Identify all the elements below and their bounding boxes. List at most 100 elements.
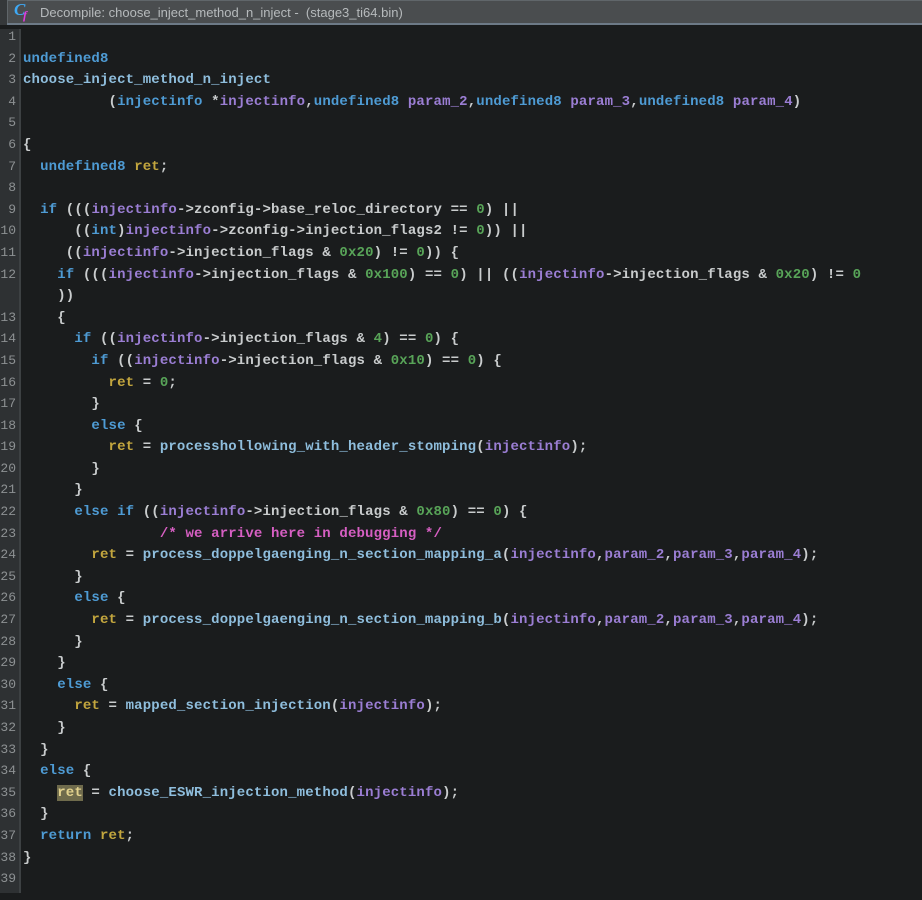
code-line[interactable]: )) <box>21 288 922 310</box>
code-token-pl[interactable]: ) == <box>451 504 494 520</box>
code-token-pl[interactable]: { <box>126 418 143 434</box>
code-token-gl[interactable]: ret <box>100 828 126 844</box>
code-token-pl[interactable] <box>23 353 91 369</box>
code-token-pl[interactable]: ); <box>801 547 818 563</box>
code-token-pl[interactable]: = <box>100 698 126 714</box>
code-token-pl[interactable]: ->injection_flags & <box>245 504 416 520</box>
code-line[interactable]: } <box>21 720 922 742</box>
code-line[interactable]: } <box>21 569 922 591</box>
code-token-pl[interactable]: )) { <box>425 245 459 261</box>
code-token-pl[interactable]: ) != <box>374 245 417 261</box>
code-line[interactable]: else { <box>21 590 922 612</box>
code-token-pl[interactable]: ); <box>570 439 587 455</box>
code-line[interactable]: else { <box>21 763 922 785</box>
code-line[interactable]: (injectinfo *injectinfo,undefined8 param… <box>21 94 922 116</box>
code-token-var[interactable]: injectinfo <box>339 698 425 714</box>
code-line[interactable]: ret = 0; <box>21 375 922 397</box>
code-token-pl[interactable]: ); <box>442 785 459 801</box>
code-token-pl[interactable]: ) <box>117 223 126 239</box>
code-token-pl[interactable]: ); <box>425 698 442 714</box>
code-token-pl[interactable]: ) != <box>810 267 853 283</box>
code-token-pl[interactable] <box>91 828 100 844</box>
code-token-pl[interactable]: ( <box>348 785 357 801</box>
code-token-var[interactable]: injectinfo <box>510 612 596 628</box>
code-token-cn[interactable]: 0x100 <box>365 267 408 283</box>
code-token-kw[interactable]: if <box>74 331 91 347</box>
code-token-pl[interactable]: (( <box>91 331 117 347</box>
code-line[interactable]: } <box>21 634 922 656</box>
code-token-pl[interactable]: ->injection_flags & <box>605 267 776 283</box>
code-line[interactable] <box>21 180 922 202</box>
decompiler-code-panel[interactable]: 12undefined83choose_inject_method_n_inje… <box>0 25 922 898</box>
code-token-pl[interactable]: , <box>596 547 605 563</box>
code-token-type[interactable]: undefined8 <box>639 94 725 110</box>
code-token-pl[interactable]: } <box>23 655 66 671</box>
code-token-pl[interactable]: = <box>83 785 109 801</box>
code-token-pl[interactable] <box>23 526 160 542</box>
code-token-pl[interactable] <box>399 94 408 110</box>
code-token-var[interactable]: injectinfo <box>117 331 203 347</box>
code-token-pl[interactable]: ; <box>168 375 177 391</box>
code-line[interactable]: return ret; <box>21 828 922 850</box>
code-token-type[interactable]: injectinfo <box>117 94 203 110</box>
code-token-pl[interactable]: ) || (( <box>459 267 519 283</box>
decompile-title-bar[interactable]: C f Decompile: choose_inject_method_n_in… <box>7 0 922 23</box>
code-line[interactable]: } <box>21 806 922 828</box>
code-token-pl[interactable]: ) == <box>408 267 451 283</box>
code-token-fn[interactable]: process_doppelgaenging_n_section_mapping… <box>143 547 502 563</box>
code-token-pl[interactable] <box>23 267 57 283</box>
code-token-gl[interactable]: ret <box>74 698 100 714</box>
code-token-pl[interactable] <box>23 590 74 606</box>
code-token-pl[interactable] <box>23 698 74 714</box>
code-token-pl[interactable]: ) { <box>434 331 460 347</box>
code-token-pl[interactable] <box>23 418 91 434</box>
code-token-pl[interactable] <box>23 375 109 391</box>
code-token-pl[interactable] <box>126 159 135 175</box>
code-token-pl[interactable]: ) == <box>382 331 425 347</box>
code-token-gl[interactable]: ret <box>91 612 117 628</box>
code-token-pl[interactable]: { <box>91 677 108 693</box>
code-token-pl[interactable]: ) <box>793 94 802 110</box>
code-token-pl[interactable]: } <box>23 569 83 585</box>
code-token-pl[interactable]: } <box>23 806 49 822</box>
code-token-type[interactable]: undefined8 <box>40 159 126 175</box>
code-token-pl[interactable]: , <box>305 94 314 110</box>
code-token-cm[interactable]: /* we arrive here in debugging */ <box>160 526 442 542</box>
code-token-var[interactable]: param_3 <box>673 612 733 628</box>
code-line[interactable]: /* we arrive here in debugging */ <box>21 526 922 548</box>
code-token-pl[interactable] <box>109 504 118 520</box>
code-token-pl[interactable]: ) { <box>502 504 528 520</box>
code-token-cn[interactable]: 0 <box>853 267 862 283</box>
code-line[interactable]: } <box>21 850 922 872</box>
code-token-var[interactable]: injectinfo <box>220 94 306 110</box>
code-line[interactable] <box>21 871 922 893</box>
code-token-pl[interactable]: = <box>134 375 160 391</box>
code-token-pl[interactable]: ((( <box>74 267 108 283</box>
code-token-pl[interactable]: { <box>23 137 32 153</box>
code-token-kw[interactable]: if <box>91 353 108 369</box>
code-token-var[interactable]: injectinfo <box>109 267 195 283</box>
code-token-type[interactable]: int <box>91 223 117 239</box>
code-token-var[interactable]: param_3 <box>570 94 630 110</box>
code-token-kw[interactable]: if <box>117 504 134 520</box>
code-token-cn[interactable]: 0x20 <box>339 245 373 261</box>
code-token-fn[interactable]: choose_inject_method_n_inject <box>23 72 271 88</box>
code-token-pl[interactable]: (( <box>23 223 91 239</box>
code-token-pl[interactable]: { <box>109 590 126 606</box>
code-token-type[interactable]: undefined8 <box>314 94 400 110</box>
code-line[interactable]: if (((injectinfo ->injection_flags & 0x10… <box>21 267 922 289</box>
code-token-kw[interactable]: else <box>74 590 108 606</box>
code-token-pl[interactable]: ->zconfig->injection_flags2 != <box>211 223 476 239</box>
code-token-var[interactable]: injectinfo <box>126 223 212 239</box>
code-token-kw[interactable]: if <box>57 267 74 283</box>
code-token-pl[interactable] <box>23 547 91 563</box>
code-token-pl[interactable] <box>23 612 91 628</box>
code-token-var[interactable]: param_4 <box>733 94 793 110</box>
code-token-pl[interactable]: , <box>664 612 673 628</box>
code-line[interactable]: if ((injectinfo->injection_flags & 4) ==… <box>21 331 922 353</box>
code-token-pl[interactable]: { <box>23 310 66 326</box>
code-token-pl[interactable]: ); <box>801 612 818 628</box>
code-line[interactable]: else { <box>21 677 922 699</box>
code-token-var[interactable]: param_2 <box>605 612 665 628</box>
code-line[interactable]: } <box>21 742 922 764</box>
